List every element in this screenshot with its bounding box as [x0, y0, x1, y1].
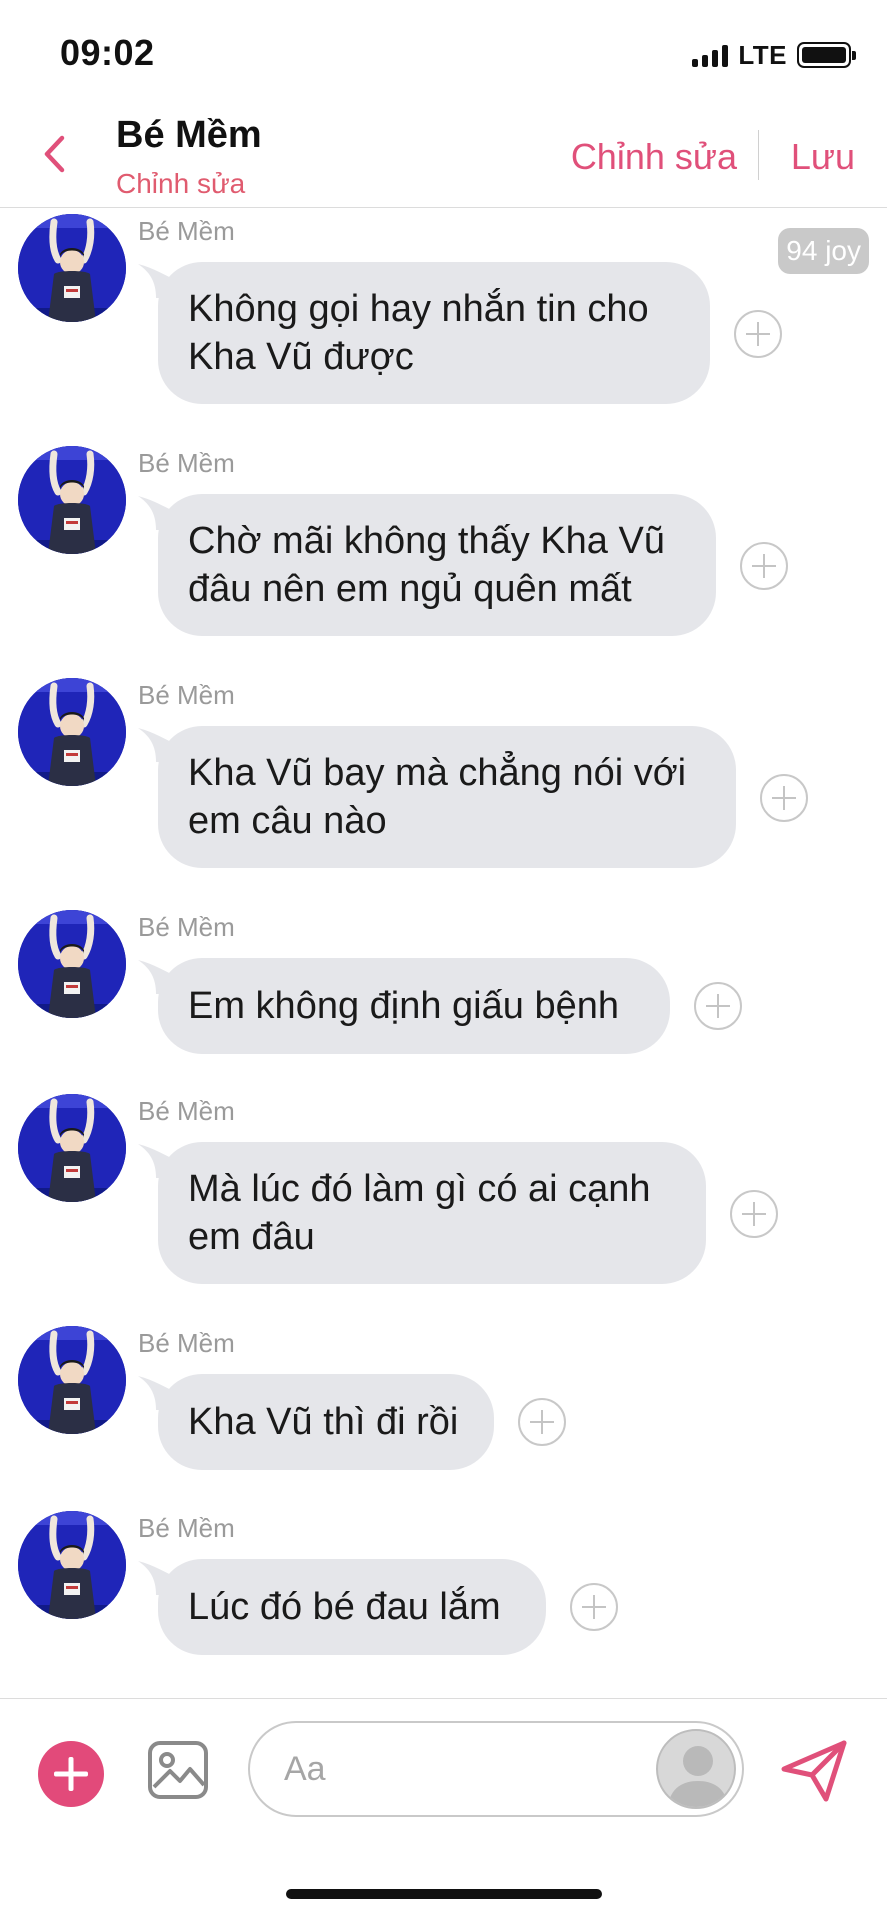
message-item: Bé Mềm Kha Vũ thì đi rồi	[0, 1322, 887, 1472]
network-label: LTE	[738, 39, 787, 70]
add-reaction-icon[interactable]	[740, 542, 788, 590]
message-bubble[interactable]: Chờ mãi không thấy Kha Vũ đâu nên em ngủ…	[158, 494, 716, 636]
message-text: Kha Vũ được	[188, 336, 414, 378]
sender-name: Bé Mềm	[138, 1513, 235, 1543]
image-icon[interactable]	[146, 1739, 210, 1801]
status-bar: 09:02 LTE	[0, 0, 887, 100]
message-text: Kha Vũ thì đi rồi	[188, 1401, 459, 1443]
message-item: Bé Mềm Chờ mãi không thấy Kha Vũ đâu nên…	[0, 442, 887, 642]
edit-button[interactable]: Chỉnh sửa	[571, 136, 737, 178]
message-bubble[interactable]: Mà lúc đó làm gì có ai cạnh em đâu	[158, 1142, 706, 1284]
message-item: Bé Mềm Mà lúc đó làm gì có ai cạnh em đâ…	[0, 1090, 887, 1290]
add-reaction-icon[interactable]	[518, 1398, 566, 1446]
message-bubble[interactable]: Kha Vũ thì đi rồi	[158, 1374, 494, 1470]
back-chevron-icon[interactable]	[34, 132, 74, 176]
message-text: Lúc đó bé đau lắm	[188, 1586, 501, 1628]
message-input[interactable]	[284, 1745, 624, 1793]
message-item: Bé Mềm Lúc đó bé đau lắm	[0, 1507, 887, 1657]
add-reaction-icon[interactable]	[760, 774, 808, 822]
composer-bar	[0, 1698, 887, 1920]
status-indicators: LTE	[692, 39, 856, 70]
status-time: 09:02	[60, 32, 155, 73]
home-indicator	[286, 1889, 602, 1899]
sender-name: Bé Mềm	[138, 680, 235, 710]
sender-name: Bé Mềm	[138, 912, 235, 942]
send-icon[interactable]	[780, 1739, 850, 1803]
avatar[interactable]	[18, 1094, 126, 1202]
signal-icon	[692, 43, 729, 67]
plus-icon[interactable]	[38, 1741, 104, 1807]
chat-header: Bé Mềm Chỉnh sửa Chỉnh sửa Lưu	[0, 100, 887, 208]
message-text: Mà lúc đó làm gì có ai cạnh	[188, 1168, 651, 1210]
sender-name: Bé Mềm	[138, 216, 235, 246]
message-input-wrapper[interactable]	[248, 1721, 744, 1817]
add-reaction-icon[interactable]	[694, 982, 742, 1030]
user-avatar-icon[interactable]	[656, 1729, 736, 1809]
avatar[interactable]	[18, 1511, 126, 1619]
avatar[interactable]	[18, 446, 126, 554]
message-item: Bé Mềm Không gọi hay nhắn tin cho Kha Vũ…	[0, 210, 887, 410]
message-text: đâu nên em ngủ quên mất	[188, 568, 632, 610]
save-button[interactable]: Lưu	[791, 136, 855, 178]
battery-icon	[797, 42, 856, 68]
message-item: Bé Mềm Kha Vũ bay mà chẳng nói với em câ…	[0, 674, 887, 874]
header-divider	[758, 130, 759, 180]
add-reaction-icon[interactable]	[730, 1190, 778, 1238]
message-bubble[interactable]: Không gọi hay nhắn tin cho Kha Vũ được	[158, 262, 710, 404]
message-text: Kha Vũ bay mà chẳng nói với	[188, 752, 687, 794]
message-text: em câu nào	[188, 800, 387, 842]
message-item: Bé Mềm Em không định giấu bệnh	[0, 906, 887, 1056]
message-text: em đâu	[188, 1216, 315, 1258]
message-bubble[interactable]: Em không định giấu bệnh	[158, 958, 670, 1054]
avatar[interactable]	[18, 910, 126, 1018]
message-text: Chờ mãi không thấy Kha Vũ	[188, 520, 665, 562]
sender-name: Bé Mềm	[138, 1328, 235, 1358]
chat-title: Bé Mềm	[116, 114, 262, 156]
avatar[interactable]	[18, 214, 126, 322]
add-reaction-icon[interactable]	[734, 310, 782, 358]
message-bubble[interactable]: Lúc đó bé đau lắm	[158, 1559, 546, 1655]
message-text: Không gọi hay nhắn tin cho	[188, 288, 649, 330]
message-text: Em không định giấu bệnh	[188, 985, 619, 1027]
avatar[interactable]	[18, 1326, 126, 1434]
avatar[interactable]	[18, 678, 126, 786]
sender-name: Bé Mềm	[138, 1096, 235, 1126]
message-bubble[interactable]: Kha Vũ bay mà chẳng nói với em câu nào	[158, 726, 736, 868]
add-reaction-icon[interactable]	[570, 1583, 618, 1631]
sender-name: Bé Mềm	[138, 448, 235, 478]
chat-subtitle[interactable]: Chỉnh sửa	[116, 168, 245, 200]
